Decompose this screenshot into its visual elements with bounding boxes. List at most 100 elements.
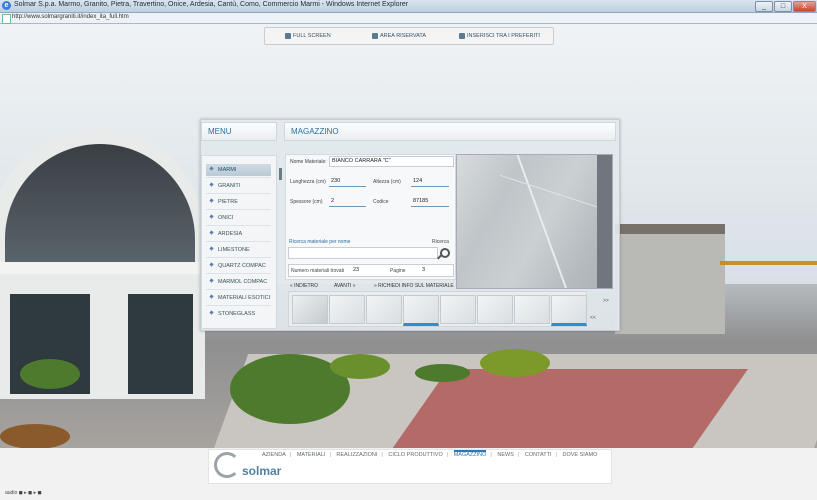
bullet-icon — [209, 198, 214, 203]
menu-item-marmi[interactable]: MARMI — [206, 164, 271, 176]
add-favorites-button[interactable]: INSERISCI TRA I PREFERITI — [459, 31, 540, 41]
reserved-area-label: AREA RISERVATA — [380, 33, 427, 39]
menu-item-ardesia[interactable]: ARDESIA — [206, 228, 271, 240]
audio-controls[interactable]: audio ◼ ▸ ◼ ▸ ◼ — [5, 490, 42, 496]
request-info-button[interactable]: » RICHIEDI INFO SUL MATERIALE — [374, 283, 454, 289]
fullscreen-label: FULL SCREEN — [293, 33, 331, 39]
bullet-icon — [209, 294, 214, 299]
thickness-value: 2 — [331, 198, 335, 204]
address-url[interactable]: http://www.solmargraniti.it/index_ita_fu… — [12, 14, 129, 20]
thumbnail-5[interactable] — [440, 295, 476, 324]
menu-item-pietre[interactable]: PIETRE — [206, 196, 271, 208]
menu-item-label: LIMESTONE — [218, 247, 250, 253]
back-button[interactable]: « INDIETRO — [290, 283, 318, 289]
material-details: Nome Materiale: BIANCO CARRARA "C" Lungh… — [285, 154, 456, 280]
pages-value: 3 — [422, 267, 426, 273]
footer-nav: AZIENDA | MATERIALI | REALIZZAZIONI | CICLO… — [262, 450, 598, 458]
menu-item-label: ARDESIA — [218, 231, 243, 237]
site-toolbar: FULL SCREEN AREA RISERVATA INSERISCI TRA… — [264, 27, 554, 45]
forward-label: AVANTI — [334, 283, 352, 289]
thumbnail-4[interactable] — [403, 295, 439, 326]
add-favorites-label: INSERISCI TRA I PREFERITI — [467, 33, 540, 39]
menu-item-label: PIETRE — [218, 199, 238, 205]
nav-magazzino[interactable]: MAGAZZINO — [453, 450, 487, 458]
menu-item-label: MARMI — [218, 167, 237, 173]
bullet-icon — [209, 230, 214, 235]
bullet-icon — [209, 262, 214, 267]
menu-item-stoneglass[interactable]: STONEGLASS — [206, 308, 271, 320]
address-bar[interactable]: http://www.solmargraniti.it/index_ita_fu… — [0, 13, 817, 24]
menu-item-marmol-compac[interactable]: MARMOL COMPAC — [206, 276, 271, 288]
thumbnail-3[interactable] — [366, 295, 402, 324]
search-icon[interactable] — [440, 248, 450, 258]
material-photo — [456, 154, 613, 289]
forward-button[interactable]: AVANTI » — [334, 283, 356, 289]
menu-item-materiali-esotici[interactable]: MATERIALI ESOTICI — [206, 292, 271, 304]
pages-label: Pagine — [390, 268, 406, 274]
found-label: Numero materiali trovati — [291, 268, 345, 274]
length-value: 230 — [331, 178, 341, 184]
thickness-label: Spessore (cm) — [290, 199, 323, 205]
nav-contatti[interactable]: CONTATTI — [525, 452, 552, 458]
thumbnail-nav: « INDIETRO AVANTI » » RICHIEDI INFO SUL … — [288, 281, 455, 291]
magazzino-title: MAGAZZINO — [291, 127, 339, 136]
favorites-icon — [459, 32, 465, 39]
solmar-logo-icon — [214, 452, 240, 478]
thumbnail-2[interactable] — [329, 295, 365, 324]
brand-name: solmar — [242, 464, 282, 478]
material-name-field: BIANCO CARRARA "C" — [329, 156, 454, 167]
bullet-icon — [209, 246, 214, 251]
reserved-area-button[interactable]: AREA RISERVATA — [372, 31, 426, 41]
search-button-label: Ricerca — [432, 239, 449, 245]
home-icon — [372, 32, 378, 39]
menu-item-graniti[interactable]: GRANITI — [206, 180, 271, 192]
bullet-icon — [209, 310, 214, 315]
nav-dove-siamo[interactable]: DOVE SIAMO — [563, 452, 598, 458]
nav-materiali[interactable]: MATERIALI — [297, 452, 326, 458]
bullet-icon — [209, 166, 214, 171]
found-value: 23 — [353, 267, 360, 273]
next-page-button[interactable]: >> — [603, 298, 609, 304]
nav-ciclo-produttivo[interactable]: CICLO PRODUTTIVO — [388, 452, 442, 458]
thumbnail-6[interactable] — [477, 295, 513, 324]
window-title: Solmar S.p.a. Marmo, Granito, Pietra, Tr… — [14, 1, 409, 8]
thumbnail-7[interactable] — [514, 295, 550, 324]
back-label: INDIETRO — [294, 283, 319, 289]
prev-page-button[interactable]: << — [590, 315, 596, 321]
ie-logo-icon: e — [2, 1, 11, 10]
height-value: 124 — [413, 178, 423, 184]
menu-item-label: STONEGLASS — [218, 311, 256, 317]
code-value: 87185 — [413, 198, 429, 204]
bullet-icon — [209, 182, 214, 187]
menu-item-quartz-compac[interactable]: QUARTZ COMPAC — [206, 260, 271, 272]
magazzino-header: MAGAZZINO — [284, 122, 616, 141]
material-menu: MARMI GRANITI PIETRE ONICI ARDESIA LIMES… — [201, 155, 277, 329]
nav-realizzazioni[interactable]: REALIZZAZIONI — [336, 452, 377, 458]
fullscreen-icon — [285, 32, 291, 39]
material-name-label: Nome Materiale: — [290, 159, 327, 165]
thumbnail-1[interactable] — [292, 295, 328, 324]
request-info-label: RICHIEDI INFO SUL MATERIALE — [378, 283, 454, 289]
window-titlebar: e Solmar S.p.a. Marmo, Granito, Pietra, … — [0, 0, 817, 13]
menu-item-onici[interactable]: ONICI — [206, 212, 271, 224]
nav-news[interactable]: NEWS — [497, 452, 514, 458]
menu-item-label: GRANITI — [218, 183, 241, 189]
nav-azienda[interactable]: AZIENDA — [262, 452, 286, 458]
thumbnail-8[interactable] — [551, 295, 587, 326]
code-label: Codice — [373, 199, 389, 205]
height-label: Altezza (cm) — [373, 179, 401, 185]
menu-item-label: MARMOL COMPAC — [218, 279, 268, 285]
page-icon — [2, 14, 11, 24]
material-name-value: BIANCO CARRARA "C" — [332, 158, 391, 164]
close-button[interactable]: X — [793, 1, 816, 12]
maximize-button[interactable]: □ — [774, 1, 792, 12]
search-input[interactable] — [288, 247, 438, 259]
fullscreen-button[interactable]: FULL SCREEN — [285, 31, 331, 41]
length-label: Lunghezza (cm) — [290, 179, 326, 185]
menu-item-limestone[interactable]: LIMESTONE — [206, 244, 271, 256]
minimize-button[interactable]: _ — [755, 1, 773, 12]
menu-header: MENU — [201, 122, 277, 141]
menu-item-label: QUARTZ COMPAC — [218, 263, 266, 269]
bullet-icon — [209, 214, 214, 219]
menu-scrollbar[interactable] — [279, 168, 282, 180]
